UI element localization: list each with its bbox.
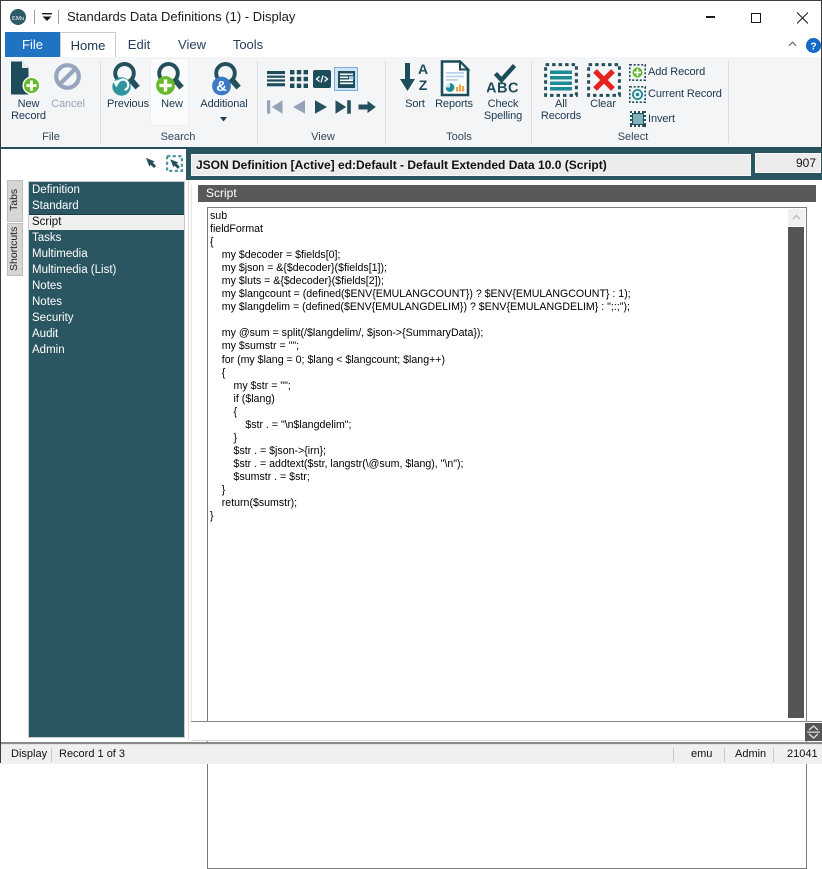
svg-text:?: ?: [810, 41, 816, 52]
svg-text:&: &: [216, 79, 227, 95]
svg-text:ABC: ABC: [487, 81, 519, 97]
svg-text:Z: Z: [419, 77, 428, 93]
svg-text:A: A: [418, 61, 428, 77]
svg-text:EMu: EMu: [12, 15, 24, 22]
